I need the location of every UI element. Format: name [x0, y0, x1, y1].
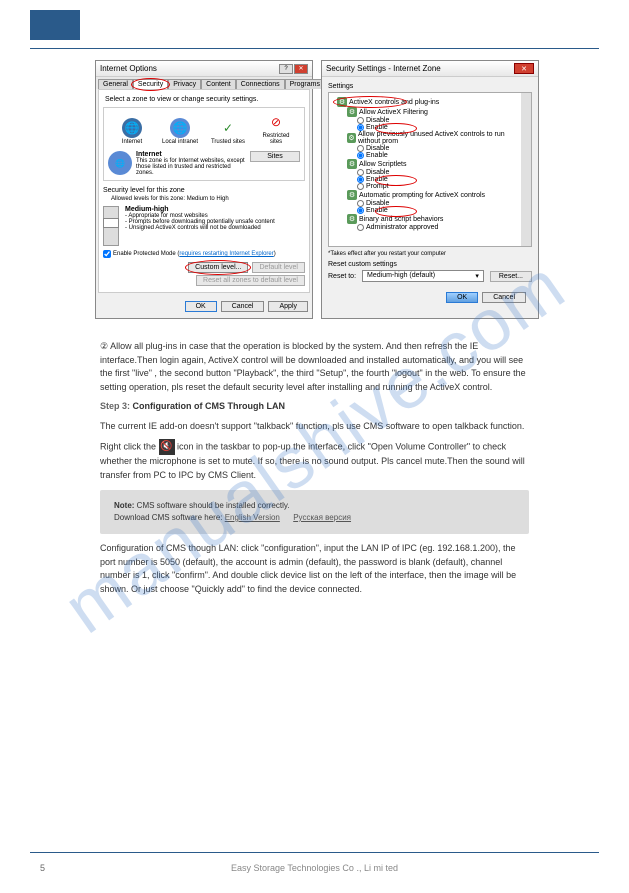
tree-item-icon: ⚙	[347, 133, 356, 143]
radio-disable[interactable]	[357, 169, 364, 176]
restart-note: *Takes effect after you restart your com…	[328, 251, 532, 257]
tab-programs[interactable]: Programs	[285, 79, 325, 89]
tree-activex-cat: ActiveX controls and plug-ins	[349, 99, 439, 106]
radio-admin[interactable]	[357, 224, 364, 231]
zone-desc: This zone is for Internet websites, exce…	[136, 158, 245, 176]
ss-close-button[interactable]: ✕	[514, 63, 534, 74]
radio-disable[interactable]	[357, 200, 364, 207]
step-number: Step 3:	[100, 401, 133, 411]
level-bullet-3: - Unsigned ActiveX controls will not be …	[125, 225, 261, 231]
zone-instruction: Select a zone to view or change security…	[103, 94, 305, 105]
internet-options-dialog: Internet Options ? ✕ General Security Pr…	[95, 60, 313, 319]
radio-disable[interactable]	[357, 145, 364, 152]
para-1: ② Allow all plug-ins in case that the op…	[100, 340, 529, 394]
tree-scrollbar[interactable]	[521, 93, 531, 246]
footer-company: Easy Storage Technologies Co ., Li mi te…	[0, 863, 629, 873]
zone-restricted[interactable]: ⊘ Restricted sites	[256, 112, 296, 145]
ss-ok-button[interactable]: OK	[446, 292, 478, 303]
radio-enable[interactable]	[357, 124, 364, 131]
apply-button[interactable]: Apply	[268, 301, 308, 312]
sec-level-title: Security level for this zone	[103, 187, 305, 194]
help-button[interactable]: ?	[279, 64, 293, 74]
sites-button[interactable]: Sites	[250, 151, 300, 162]
para-4: Configuration of CMS though LAN: click "…	[100, 542, 529, 596]
cancel-button[interactable]: Cancel	[221, 301, 265, 312]
tree-item-icon: ⚙	[347, 107, 357, 117]
globe-icon: 🌐	[122, 118, 142, 138]
para-2: The current IE add-on doesn't support "t…	[100, 420, 529, 434]
radio-disable[interactable]	[357, 117, 364, 124]
reset-button[interactable]: Reset...	[490, 271, 532, 282]
zone-trusted[interactable]: ✓ Trusted sites	[208, 118, 248, 145]
radio-prompt[interactable]	[357, 183, 364, 190]
zone-name: Internet	[136, 151, 162, 158]
sec-allowed: Allowed levels for this zone: Medium to …	[111, 196, 305, 202]
tab-privacy[interactable]: Privacy	[168, 79, 201, 89]
speaker-muted-icon: 🔇	[159, 439, 175, 455]
protected-mode-checkbox[interactable]	[103, 250, 111, 258]
security-slider[interactable]	[103, 206, 119, 246]
io-title-text: Internet Options	[100, 64, 157, 73]
footer-rule	[30, 852, 599, 853]
level-name: Medium-high	[125, 206, 169, 213]
zone-local-intranet[interactable]: 🌐 Local intranet	[160, 118, 200, 145]
header-block	[30, 10, 80, 40]
note-box: Note: CMS software should be installed c…	[100, 490, 529, 534]
zone-large-icon: 🌐	[108, 151, 132, 175]
tree-item-icon: ⚙	[347, 159, 357, 169]
settings-tree[interactable]: ⚙ ActiveX controls and plug-ins ⚙ Allow …	[328, 92, 532, 247]
tab-general[interactable]: General	[98, 79, 133, 89]
ss-cancel-button[interactable]: Cancel	[482, 292, 526, 303]
reset-label: Reset custom settings	[328, 261, 532, 268]
radio-enable[interactable]	[357, 152, 364, 159]
ss-title-text: Security Settings - Internet Zone	[326, 64, 441, 73]
step-title: Configuration of CMS Through LAN	[133, 401, 285, 411]
header-rule	[30, 48, 599, 49]
tab-connections[interactable]: Connections	[236, 79, 285, 89]
intranet-icon: 🌐	[170, 118, 190, 138]
settings-label: Settings	[328, 83, 532, 90]
ok-button[interactable]: OK	[185, 301, 217, 312]
tree-item-icon: ⚙	[347, 214, 357, 224]
ss-titlebar: Security Settings - Internet Zone ✕	[322, 61, 538, 77]
chevron-down-icon: ▾	[475, 272, 479, 280]
custom-level-button[interactable]: Custom level...	[188, 262, 248, 273]
tab-security[interactable]: Security	[133, 79, 168, 89]
epm-label: Enable Protected Mode (	[113, 251, 179, 257]
radio-enable[interactable]	[357, 176, 364, 183]
default-level-button[interactable]: Default level	[252, 262, 305, 273]
tab-content[interactable]: Content	[201, 79, 236, 89]
activex-category-icon: ⚙	[337, 97, 347, 107]
no-entry-icon: ⊘	[266, 112, 286, 132]
radio-enable[interactable]	[357, 207, 364, 214]
reset-all-button[interactable]: Reset all zones to default level	[196, 275, 305, 286]
zone-internet[interactable]: 🌐 Internet	[112, 118, 152, 145]
link-english[interactable]: English Version	[225, 513, 280, 522]
io-titlebar: Internet Options ? ✕	[96, 61, 312, 77]
security-settings-dialog: Security Settings - Internet Zone ✕ Sett…	[321, 60, 539, 319]
tree-item-icon: ⚙	[347, 190, 357, 200]
io-tab-strip: General Security Privacy Content Connect…	[96, 77, 312, 89]
document-body: ② Allow all plug-ins in case that the op…	[100, 340, 529, 602]
reset-to-select[interactable]: Medium-high (default) ▾	[362, 270, 484, 282]
epm-restart: requires restarting Internet Explorer	[179, 251, 273, 257]
close-button[interactable]: ✕	[294, 64, 308, 74]
check-icon: ✓	[218, 118, 238, 138]
reset-to-label: Reset to:	[328, 273, 356, 280]
link-russian[interactable]: Русская версия	[293, 513, 351, 522]
